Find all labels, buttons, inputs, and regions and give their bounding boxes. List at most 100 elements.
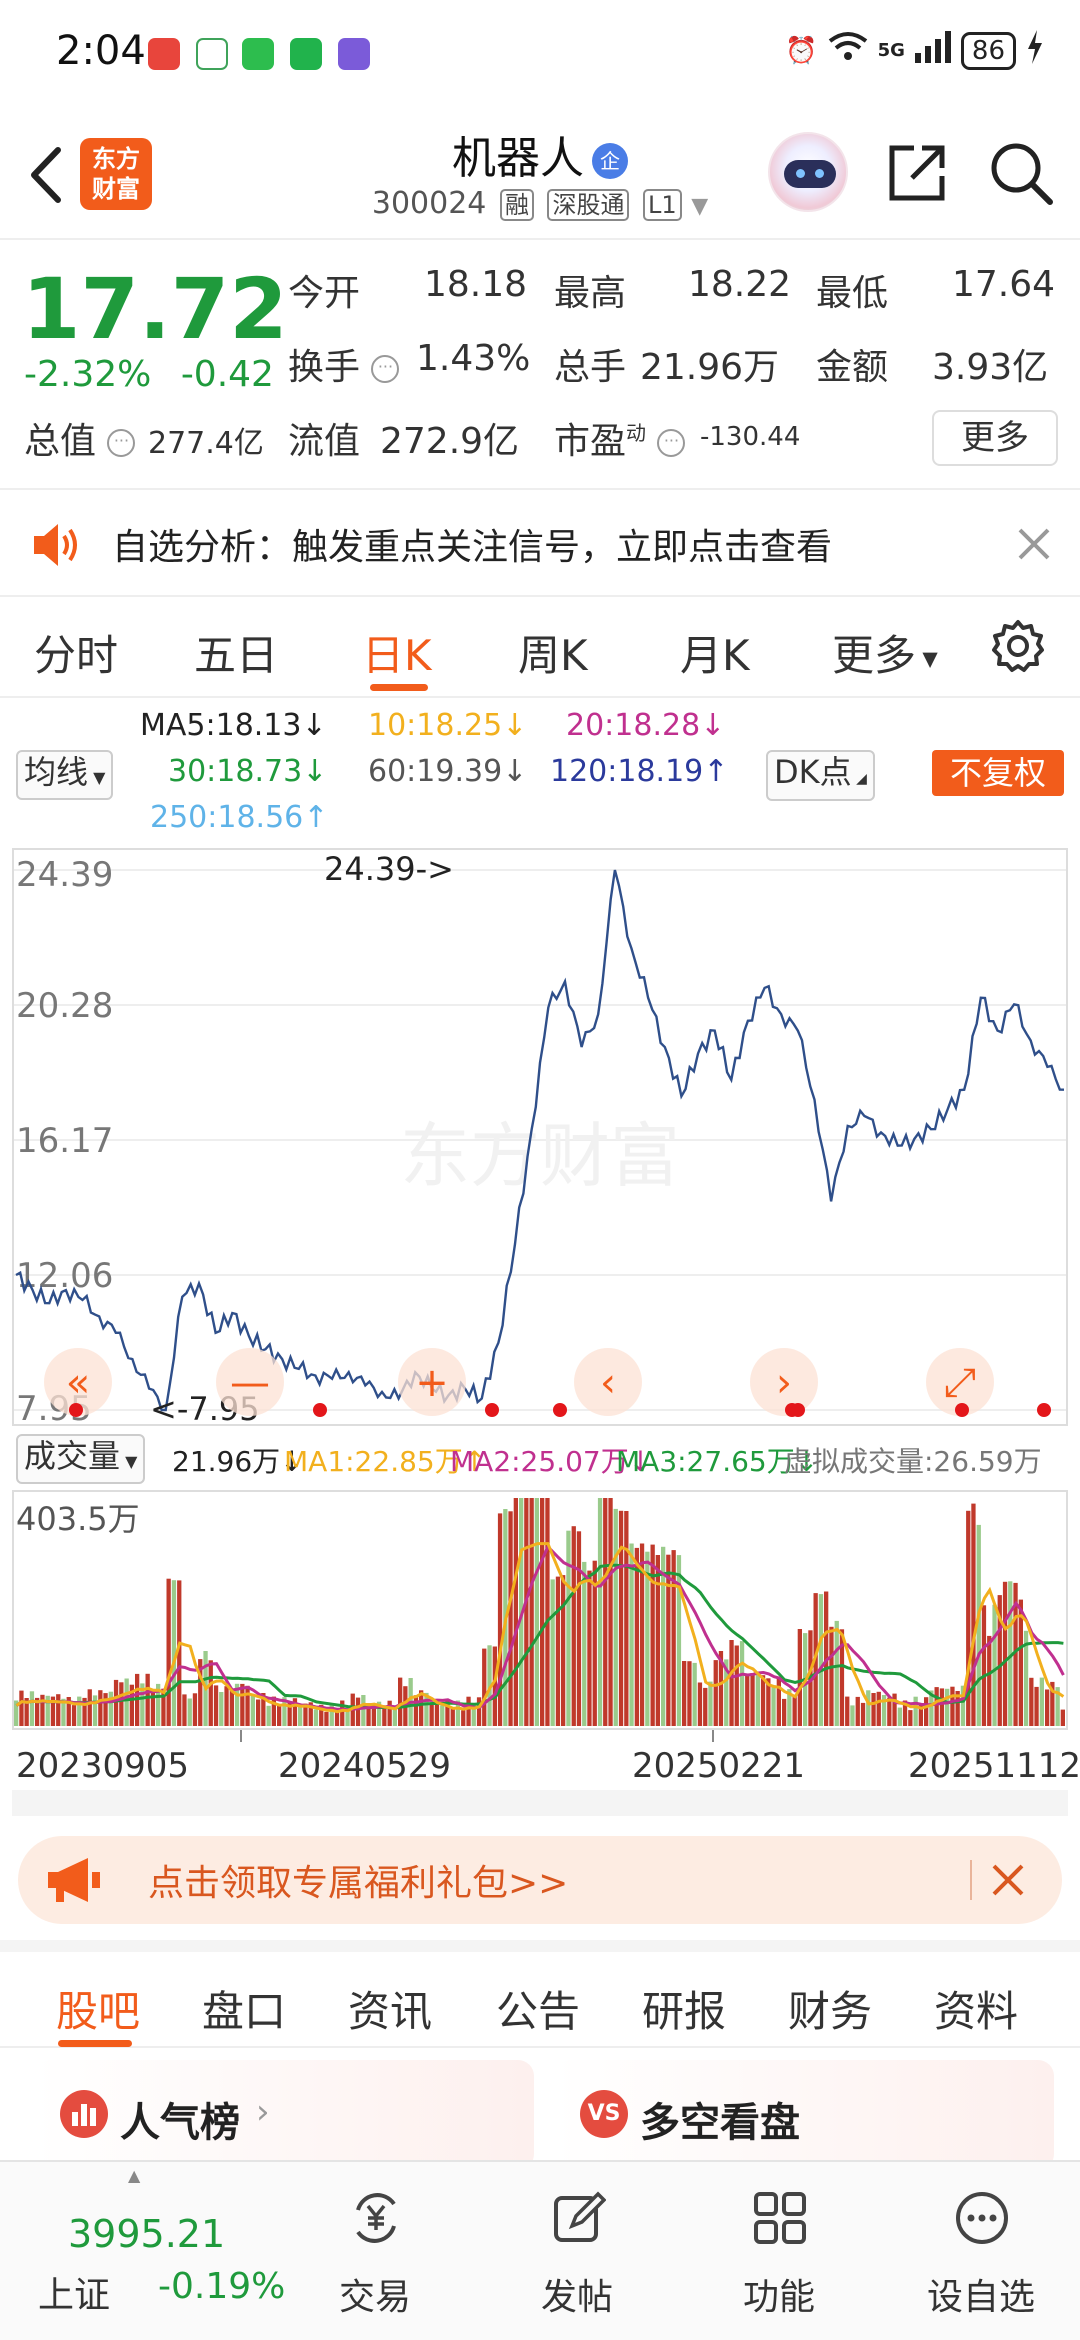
- close-icon[interactable]: [990, 1862, 1026, 1902]
- pe-value: -130.44: [700, 422, 801, 452]
- volume-bar: [513, 1498, 518, 1726]
- card-popularity[interactable]: 人气榜 ›: [34, 2060, 534, 2170]
- float-label: 流值: [288, 421, 361, 462]
- notice-text: 自选分析：触发重点关注信号，立即点击查看: [112, 527, 833, 568]
- volume-bar: [850, 1705, 855, 1726]
- volume-bar: [534, 1498, 539, 1726]
- analysis-notice[interactable]: 自选分析：触发重点关注信号，立即点击查看: [0, 492, 1080, 597]
- tab-five-day[interactable]: 五日: [194, 622, 278, 683]
- no-adjust-button[interactable]: 不复权: [932, 750, 1064, 796]
- volume-bar: [1045, 1689, 1050, 1726]
- volume-bar: [782, 1698, 787, 1726]
- status-bar: 2:04 ⏰ 5G 86: [0, 0, 1080, 110]
- tab-weekly-k[interactable]: 周K: [518, 622, 588, 683]
- volume-selector[interactable]: 成交量 ▼: [16, 1434, 146, 1484]
- volume-bar: [571, 1526, 576, 1726]
- promo-banner[interactable]: 点击领取专属福利礼包>>: [18, 1836, 1062, 1924]
- nav-functions[interactable]: 功能: [694, 2162, 864, 2340]
- tab-panko[interactable]: 盘口: [202, 1978, 286, 2039]
- volume-bar: [582, 1561, 587, 1726]
- volume-bar: [845, 1696, 850, 1726]
- change-pct: -2.32%: [24, 354, 152, 395]
- nav-trade[interactable]: 交易: [290, 2162, 460, 2340]
- volume-bar: [192, 1693, 198, 1726]
- caret-down-icon: ▼: [88, 768, 106, 787]
- tab-news[interactable]: 资讯: [348, 1978, 432, 2039]
- robot-avatar-icon[interactable]: [768, 132, 848, 212]
- volume-bar: [87, 1689, 92, 1726]
- ma-selector[interactable]: 均线 ▼: [16, 750, 114, 800]
- volume-bar: [119, 1682, 124, 1726]
- volume-chart[interactable]: 403.5万: [12, 1490, 1068, 1730]
- signal-dot: [69, 1403, 83, 1417]
- info-dots-icon[interactable]: ···: [371, 355, 400, 383]
- volume-bar: [98, 1690, 103, 1726]
- close-icon[interactable]: [1016, 526, 1052, 566]
- amount-value: 3.93亿: [932, 347, 1049, 388]
- step-right-button[interactable]: ›: [750, 1348, 818, 1416]
- tab-monthly-k[interactable]: 月K: [680, 622, 750, 683]
- tab-profile[interactable]: 资料: [934, 1978, 1018, 2039]
- svg-text:‹: ‹: [600, 1360, 616, 1406]
- svg-text:—: —: [230, 1360, 270, 1406]
- volume-bar: [1039, 1677, 1044, 1726]
- zoom-in-button[interactable]: +: [398, 1348, 466, 1416]
- verified-badge: 企: [592, 143, 628, 179]
- tab-research[interactable]: 研报: [642, 1978, 726, 2039]
- volume-bar: [934, 1687, 939, 1726]
- signal-dot: [485, 1403, 499, 1417]
- date-tick-3: 20251112: [908, 1746, 1080, 1786]
- volume-bar: [703, 1687, 708, 1726]
- ma20-value: 20:18.28↓: [566, 708, 726, 743]
- volume-bar: [897, 1707, 902, 1726]
- card-title: 多空看盘: [640, 2100, 800, 2146]
- caret-down-icon: ▼: [120, 1452, 138, 1471]
- network-type: 5G: [877, 40, 905, 61]
- tab-guba[interactable]: 股吧: [56, 1978, 140, 2039]
- tab-intraday[interactable]: 分时: [34, 622, 118, 683]
- more-button[interactable]: 更多: [932, 410, 1058, 466]
- index-ticker[interactable]: ▲ 3995.21 上证 -0.19%: [0, 2162, 285, 2340]
- wifi-icon: [828, 31, 868, 70]
- volume-bar: [692, 1662, 697, 1726]
- svg-text:⤢: ⤢: [944, 1360, 976, 1406]
- chevron-down-icon[interactable]: ▼: [691, 194, 708, 219]
- tag-level[interactable]: L1: [643, 189, 682, 221]
- dk-selector[interactable]: DK点 ◢: [766, 750, 875, 801]
- volume-bar: [734, 1645, 739, 1726]
- volume-legend: 成交量 ▼ 21.96万↓ MA1:22.85万↑ MA2:25.07万↓ MA…: [12, 1432, 1068, 1484]
- section-tabs: 股吧 盘口 资讯 公告 研报 财务 资料: [0, 1940, 1080, 2048]
- signal-dot: [955, 1403, 969, 1417]
- settings-gear-icon[interactable]: [990, 618, 1046, 678]
- volume-bar: [382, 1706, 387, 1726]
- tab-announcements[interactable]: 公告: [496, 1978, 580, 2039]
- volume-bar: [945, 1688, 950, 1726]
- volume-bar: [555, 1576, 561, 1726]
- nav-post[interactable]: 发帖: [492, 2162, 662, 2340]
- volume-bar: [981, 1605, 987, 1726]
- corner-caret-icon: ◢: [851, 771, 867, 787]
- tab-daily-k[interactable]: 日K: [362, 622, 432, 683]
- card-bull-bear[interactable]: VS 多空看盘: [554, 2060, 1054, 2170]
- nav-add-watchlist[interactable]: 设自选: [896, 2162, 1066, 2340]
- step-left-button[interactable]: ‹: [574, 1348, 642, 1416]
- volume-bar: [256, 1699, 261, 1726]
- volume-bar: [476, 1697, 482, 1726]
- zoom-out-button[interactable]: —: [216, 1348, 284, 1416]
- tab-finance[interactable]: 财务: [788, 1978, 872, 2039]
- volume-chart-svg: 403.5万: [14, 1498, 1065, 1726]
- turnover-label: 换手 ···: [288, 338, 400, 390]
- date-tick-0: 20230905: [16, 1746, 190, 1786]
- volume-bar: [618, 1510, 624, 1726]
- share-icon[interactable]: [884, 140, 950, 210]
- kline-chart[interactable]: 东方财富 24.39 20.28 16.17 12.06 7.95 24.39-> <-…: [12, 848, 1068, 1429]
- tab-more[interactable]: 更多 ▼: [832, 622, 938, 683]
- active-tab-underline: [58, 2040, 132, 2047]
- search-icon[interactable]: [988, 140, 1054, 210]
- volume-bar: [950, 1686, 955, 1726]
- info-dots-icon[interactable]: ···: [657, 429, 686, 457]
- volume-bar: [113, 1679, 119, 1726]
- info-dots-icon[interactable]: ···: [107, 429, 136, 457]
- volume-bar: [229, 1689, 234, 1726]
- volume-bar: [792, 1696, 797, 1726]
